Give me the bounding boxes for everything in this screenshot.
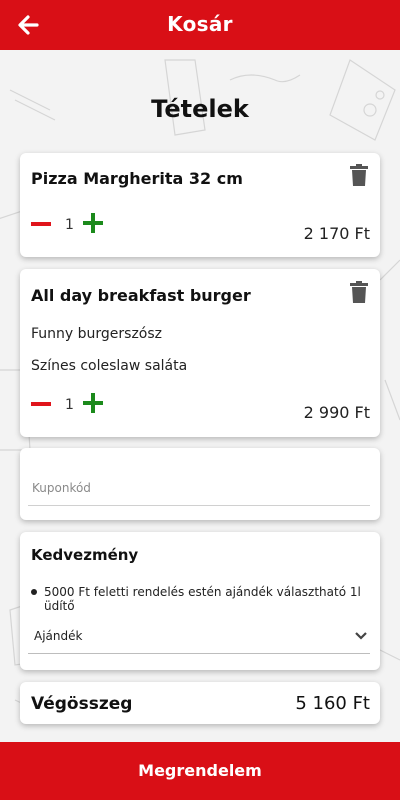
- cart-item-card: Pizza Margherita 32 cm 1 2 170 Ft: [20, 153, 380, 257]
- decrease-quantity-button[interactable]: [30, 393, 52, 415]
- discount-title: Kedvezmény: [31, 546, 139, 564]
- total-label: Végösszeg: [31, 694, 133, 714]
- discount-description: 5000 Ft feletti rendelés estén ajándék v…: [44, 585, 361, 613]
- item-name: All day breakfast burger: [31, 286, 251, 305]
- item-price: 2 170 Ft: [303, 224, 370, 243]
- quantity-value: 1: [65, 217, 74, 233]
- cart-item-card: All day breakfast burger Funny burgerszó…: [20, 269, 380, 437]
- total-value: 5 160 Ft: [295, 693, 370, 714]
- place-order-button[interactable]: Megrendelem: [0, 742, 400, 800]
- app-header: Kosár: [0, 0, 400, 50]
- decrease-quantity-button[interactable]: [30, 213, 52, 235]
- page-title: Kosár: [167, 12, 233, 36]
- increase-quantity-button[interactable]: [82, 392, 104, 414]
- item-extra: Színes coleslaw saláta: [31, 358, 188, 374]
- bullet-icon: [31, 589, 37, 595]
- coupon-code-input[interactable]: [28, 470, 370, 506]
- total-card: Végösszeg 5 160 Ft: [20, 682, 380, 724]
- item-name: Pizza Margherita 32 cm: [31, 169, 243, 188]
- item-price: 2 990 Ft: [303, 403, 370, 422]
- chevron-down-icon: [354, 628, 368, 642]
- item-extra: Funny burgerszósz: [31, 326, 163, 342]
- trash-icon[interactable]: [350, 281, 368, 303]
- gift-select-value: Ajándék: [34, 629, 83, 643]
- discount-card: Kedvezmény 5000 Ft feletti rendelés esté…: [20, 532, 380, 670]
- items-section-title: Tételek: [151, 95, 249, 123]
- coupon-card: [20, 448, 380, 520]
- quantity-value: 1: [65, 397, 74, 413]
- trash-icon[interactable]: [350, 164, 368, 186]
- increase-quantity-button[interactable]: [82, 212, 104, 234]
- gift-select[interactable]: Ajándék: [28, 618, 370, 654]
